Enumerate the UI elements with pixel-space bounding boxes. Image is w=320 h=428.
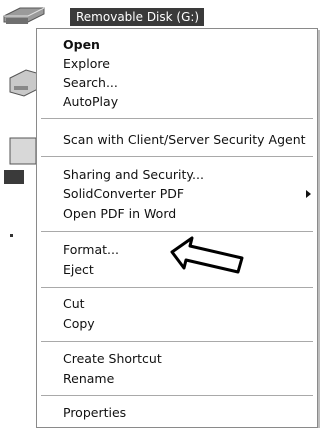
menu-separator — [41, 156, 313, 157]
submenu-arrow-icon — [306, 190, 311, 198]
menu-item-open-pdf-in-word[interactable]: Open PDF in Word — [63, 206, 176, 222]
menu-item-eject[interactable]: Eject — [63, 262, 94, 278]
menu-separator — [41, 341, 313, 342]
menu-separator — [41, 118, 313, 119]
menu-item-create-shortcut[interactable]: Create Shortcut — [63, 351, 162, 367]
menu-item-solidconverter-pdf[interactable]: SolidConverter PDF — [63, 186, 184, 202]
desktop-dot — [10, 234, 13, 237]
menu-separator — [41, 287, 313, 288]
menu-separator — [41, 395, 313, 396]
menu-item-rename[interactable]: Rename — [63, 371, 114, 387]
menu-item-search[interactable]: Search... — [63, 75, 118, 91]
menu-item-autoplay[interactable]: AutoPlay — [63, 94, 118, 110]
menu-item-cut[interactable]: Cut — [63, 296, 85, 312]
menu-item-open[interactable]: Open — [63, 37, 100, 53]
menu-item-scan[interactable]: Scan with Client/Server Security Agent — [63, 132, 306, 148]
menu-item-sharing-security[interactable]: Sharing and Security... — [63, 167, 204, 183]
menu-item-properties[interactable]: Properties — [63, 405, 126, 421]
selected-drive-label: Removable Disk (G:) — [76, 10, 200, 24]
arrow-pointer-icon — [170, 232, 250, 282]
menu-item-copy[interactable]: Copy — [63, 316, 95, 332]
menu-item-format[interactable]: Format... — [63, 242, 119, 258]
menu-item-explore[interactable]: Explore — [63, 56, 110, 72]
removable-drive-icon[interactable] — [2, 6, 46, 28]
context-menu: Open Explore Search... AutoPlay Scan wit… — [36, 28, 318, 428]
